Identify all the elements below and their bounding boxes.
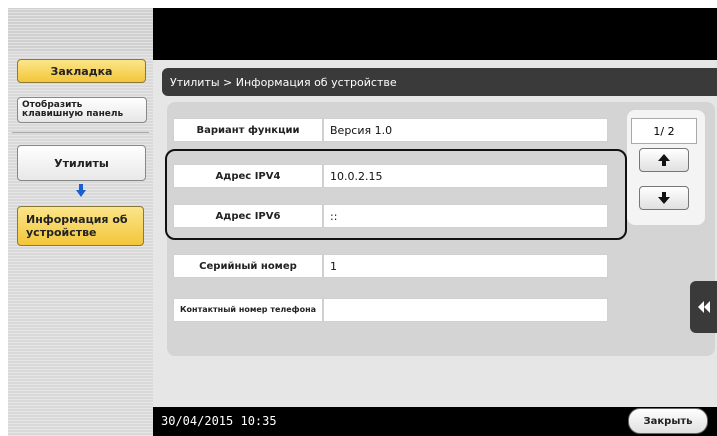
- page-down-button[interactable]: [639, 186, 689, 210]
- arrow-up-icon: [658, 154, 670, 166]
- serial-number-label: Серийный номер: [173, 254, 323, 278]
- page-indicator: 1/ 2: [631, 118, 697, 144]
- function-variant-label: Вариант функции: [173, 118, 323, 142]
- datetime: 30/04/2015 10:35: [161, 414, 277, 428]
- arrow-down-blue-icon: [76, 184, 86, 197]
- show-keypad-button[interactable]: Отобразить клавишную панель: [17, 97, 147, 123]
- contact-phone-label: Контактный номер телефона: [173, 298, 323, 322]
- bottom-bar: 30/04/2015 10:35 Закрыть: [153, 407, 717, 436]
- double-chevron-left-icon: [697, 301, 710, 313]
- device-info-button[interactable]: Информация об устройстве: [17, 206, 144, 246]
- page-up-button[interactable]: [639, 148, 689, 172]
- sidebar-divider: [12, 132, 149, 133]
- bookmark-button[interactable]: Закладка: [17, 59, 146, 83]
- breadcrumb: Утилиты > Информация об устройстве: [162, 68, 717, 96]
- breadcrumb-text: Утилиты > Информация об устройстве: [170, 75, 397, 89]
- ip-address-highlight: [165, 149, 627, 240]
- main-area: Утилиты > Информация об устройстве Вариа…: [153, 60, 717, 407]
- left-top-strip: [8, 8, 153, 52]
- arrow-down-icon: [658, 192, 670, 204]
- serial-number-value: 1: [323, 254, 608, 278]
- collapse-panel-tab[interactable]: [690, 281, 717, 333]
- function-variant-value: Версия 1.0: [323, 118, 608, 142]
- left-panel: Закладка Отобразить клавишную панель Ути…: [8, 8, 153, 436]
- top-bar: [153, 8, 717, 60]
- contact-phone-value: [323, 298, 608, 322]
- utilities-button[interactable]: Утилиты: [17, 145, 146, 181]
- close-button[interactable]: Закрыть: [628, 408, 708, 434]
